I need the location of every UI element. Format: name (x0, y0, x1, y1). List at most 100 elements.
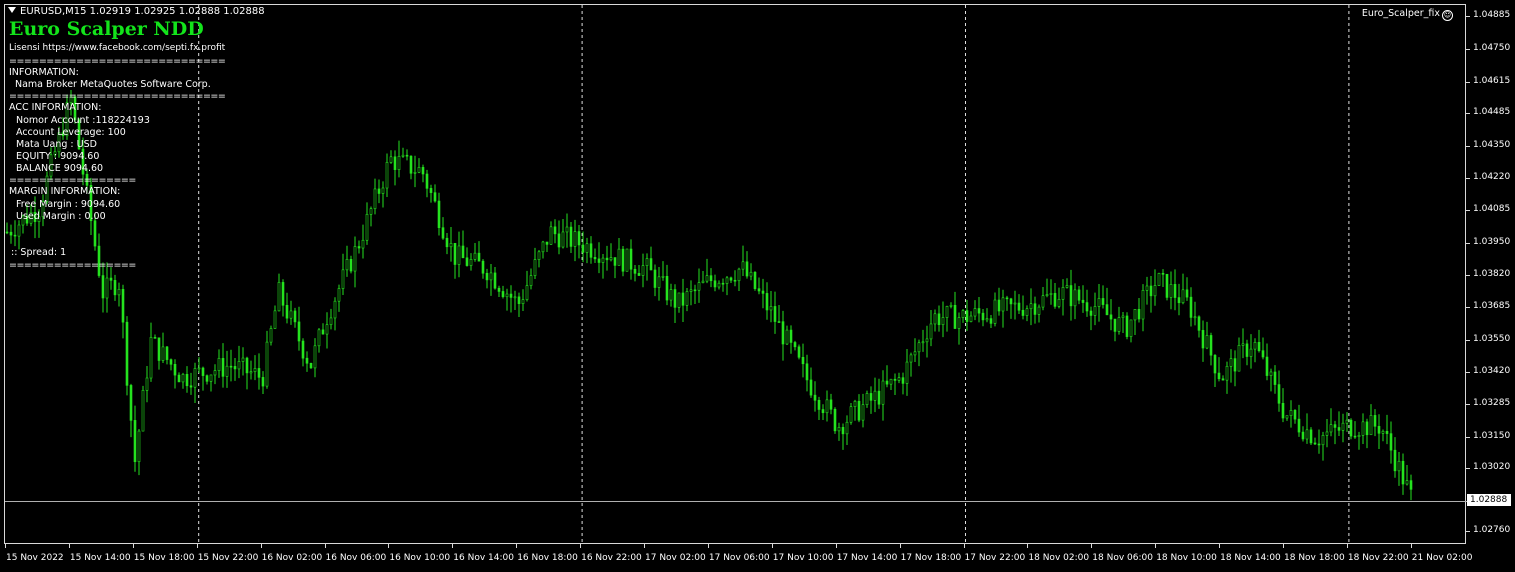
candle-body (833, 408, 837, 432)
candle (437, 192, 441, 236)
price-tick (1466, 274, 1470, 276)
candle-body (705, 275, 709, 282)
candle (225, 350, 229, 388)
candle (1297, 404, 1301, 437)
candle (137, 428, 141, 476)
candle (1221, 375, 1225, 381)
candle-body (1201, 330, 1205, 349)
candle (929, 309, 933, 347)
candle (181, 372, 185, 389)
candle-body (397, 156, 401, 170)
candle-body (177, 374, 181, 383)
candle (1377, 414, 1381, 450)
price-axis-label: 1.03950 (1473, 237, 1511, 248)
candle (873, 377, 877, 413)
candle-body (725, 277, 729, 284)
candle (473, 243, 477, 262)
candle-body (1285, 415, 1289, 419)
candle (685, 287, 689, 312)
candle-body (741, 261, 745, 270)
candle-body (649, 258, 653, 271)
time-tick (1155, 544, 1157, 548)
candle-body (405, 154, 409, 157)
candle (129, 383, 133, 438)
candle-body (1045, 294, 1049, 297)
candle (1073, 283, 1077, 320)
candle-body (297, 321, 301, 342)
candle-body (121, 289, 125, 323)
candle (957, 312, 961, 345)
candle-body (669, 289, 673, 301)
candle-body (501, 291, 505, 298)
candle (589, 236, 593, 264)
candle (893, 373, 897, 396)
candle-body (761, 290, 765, 294)
candle (877, 378, 881, 409)
candle-body (205, 375, 209, 382)
candle (221, 343, 225, 388)
candle-body (1173, 284, 1177, 298)
candle-body (1241, 343, 1245, 346)
price-tick (1466, 81, 1470, 83)
time-axis-label: 18 Nov 22:00 (1347, 553, 1409, 563)
time-tick (707, 544, 709, 548)
candle-body (553, 226, 557, 235)
candle (921, 329, 925, 352)
candle (1029, 288, 1033, 326)
candle-body (653, 269, 657, 288)
time-tick (1283, 544, 1284, 548)
candle (1281, 388, 1285, 423)
candle-body (1145, 285, 1149, 291)
candle (649, 246, 653, 271)
candle (917, 339, 921, 367)
candle-body (1157, 273, 1161, 286)
candle (1209, 332, 1213, 366)
candle-body (1357, 435, 1361, 437)
candle (569, 221, 573, 253)
candle-body (769, 306, 773, 311)
candle-body (157, 337, 161, 361)
candle-body (109, 277, 113, 281)
candle (645, 253, 649, 281)
candle-body (1213, 354, 1217, 374)
candle (1117, 306, 1121, 335)
candle (285, 292, 289, 324)
candle-body (1273, 371, 1277, 385)
candle (1193, 301, 1197, 326)
candle (1269, 368, 1273, 392)
candle (289, 300, 293, 325)
collapse-triangle-icon[interactable] (8, 7, 16, 13)
candle-body (733, 279, 737, 282)
time-tick (899, 544, 901, 548)
candle-body (721, 282, 725, 285)
candle-body (1137, 309, 1141, 320)
price-tick (1466, 146, 1470, 148)
candle-body (785, 329, 789, 345)
candle (145, 366, 149, 403)
candle (1313, 437, 1317, 446)
chart-window[interactable]: EURUSD,M15 1.02919 1.02925 1.02888 1.028… (0, 0, 1515, 572)
candle (1217, 357, 1221, 382)
candlestick-chart[interactable] (5, 5, 1467, 545)
candle (1009, 297, 1013, 319)
candle (337, 284, 341, 312)
candle-body (945, 306, 949, 318)
expert-advisor-name[interactable]: Euro_Scalper_fix ☺ (1362, 8, 1453, 21)
candle (113, 274, 117, 301)
candle-body (949, 304, 953, 307)
candle-body (1385, 430, 1389, 434)
candle-body (1377, 426, 1381, 434)
plot-area[interactable] (4, 4, 1467, 545)
candle-body (981, 312, 985, 321)
price-axis-label: 1.03550 (1473, 334, 1511, 344)
candle-body (337, 288, 341, 302)
candle-body (633, 268, 637, 274)
candle-body (777, 321, 781, 323)
candle (761, 278, 765, 309)
candle (1185, 277, 1189, 301)
candle (949, 302, 953, 309)
candle (1225, 361, 1229, 394)
candle-body (609, 257, 613, 261)
candle (845, 415, 849, 445)
time-axis-label: 17 Nov 02:00 (645, 553, 706, 563)
